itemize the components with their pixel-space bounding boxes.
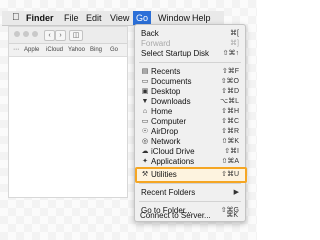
menu-item-recent-folders[interactable]: Recent Folders ▶ — [135, 187, 245, 198]
forward-button[interactable]: › — [55, 30, 66, 41]
menu-separator — [139, 201, 241, 202]
close-button[interactable] — [14, 31, 20, 37]
menu-window[interactable]: Window — [158, 11, 190, 25]
go-menu: Back ⌘[ Forward ⌘] Select Startup Disk ⇧… — [134, 24, 247, 222]
menu-go[interactable]: Go — [133, 11, 152, 25]
menu-separator — [139, 62, 241, 63]
apple-icon[interactable]:  — [12, 11, 20, 25]
menu-item-select-startup-disk[interactable]: Select Startup Disk ⇧⌘↑ — [135, 48, 245, 59]
menu-file[interactable]: File — [64, 11, 79, 25]
menu-edit[interactable]: Edit — [86, 11, 102, 25]
menu-separator — [139, 183, 241, 184]
computer-icon: ▭ — [141, 118, 149, 125]
menu-item-applications[interactable]: ✦ Applications ⇧⌘A — [135, 156, 245, 167]
favorite-link[interactable]: Go — [110, 44, 118, 56]
network-icon: ◎ — [141, 138, 149, 145]
favorites-grid-icon[interactable]: ⋯ — [13, 44, 19, 56]
favorites-bar: ⋯ Apple iCloud Yahoo Bing Go — [9, 44, 127, 57]
documents-icon: ▭ — [141, 78, 149, 85]
utilities-icon: ⚒ — [141, 171, 149, 178]
favorite-link[interactable]: iCloud — [46, 44, 63, 56]
back-button[interactable]: ‹ — [44, 30, 55, 41]
favorite-link[interactable]: Bing — [90, 44, 102, 56]
minimize-button[interactable] — [23, 31, 29, 37]
window-toolbar: ‹ › ◫ — [9, 27, 127, 44]
submenu-arrow-icon: ▶ — [233, 189, 239, 196]
downloads-icon: ▼ — [141, 98, 149, 105]
desktop-icon: ▣ — [141, 88, 149, 95]
menu-help[interactable]: Help — [192, 11, 211, 25]
finder-window: ‹ › ◫ ⋯ Apple iCloud Yahoo Bing Go — [8, 26, 128, 198]
recents-icon: ▤ — [141, 68, 149, 75]
menu-item-utilities[interactable]: ⚒ Utilities ⇧⌘U — [135, 169, 245, 180]
menu-item-connect-to-server[interactable]: Connect to Server... ⌘K — [134, 210, 244, 221]
home-icon: ⌂ — [142, 108, 148, 115]
favorite-link[interactable]: Yahoo — [68, 44, 85, 56]
icloud-drive-icon: ☁ — [141, 148, 149, 155]
airdrop-icon: ☉ — [141, 128, 149, 135]
applications-icon: ✦ — [142, 158, 148, 165]
menu-finder[interactable]: Finder — [26, 11, 54, 25]
zoom-button[interactable] — [32, 31, 38, 37]
sidebar-toggle-icon[interactable]: ◫ — [69, 30, 83, 41]
favorite-link[interactable]: Apple — [24, 44, 39, 56]
menu-view[interactable]: View — [110, 11, 129, 25]
